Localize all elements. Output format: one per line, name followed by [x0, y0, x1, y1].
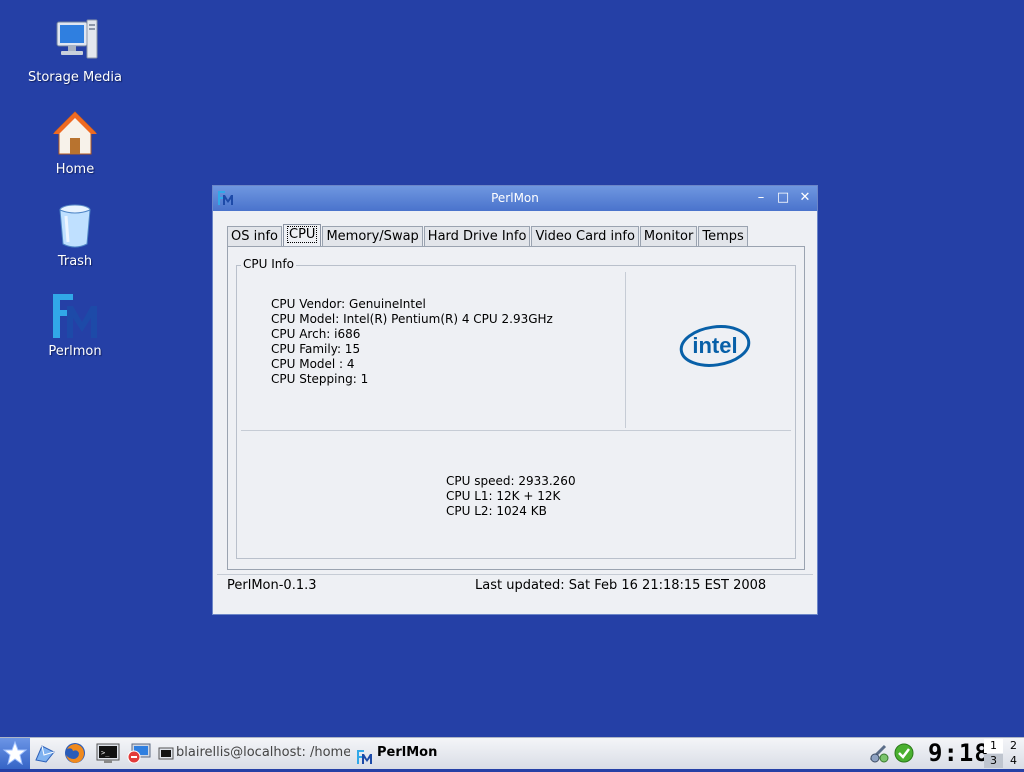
tab-label: CPU: [287, 226, 318, 243]
task-perlmon[interactable]: PerlMon: [377, 743, 437, 763]
terminal-icon: [158, 747, 174, 760]
svg-text:>_: >_: [101, 749, 110, 757]
star-icon: [2, 740, 28, 766]
network-tray[interactable]: [868, 742, 890, 764]
monitor-icon: [127, 743, 151, 764]
network-icon: [869, 744, 889, 763]
perlmon-logo-icon: [357, 750, 372, 764]
cpu-cache-details: CPU speed: 2933.260 CPU L1: 12K + 12K CP…: [446, 474, 576, 519]
desktop-launcher[interactable]: [34, 742, 56, 764]
minimize-button[interactable]: –: [753, 190, 769, 206]
perlmon-logo-icon: [51, 292, 99, 340]
workspace-1[interactable]: 1: [984, 739, 1003, 753]
desktop-icon-home[interactable]: Home: [20, 110, 130, 177]
maximize-button[interactable]: □: [775, 190, 791, 206]
cpu-l2-cache: CPU L2: 1024 KB: [446, 504, 547, 518]
cpu-tab-panel: CPU Info CPU Vendor: GenuineIntel CPU Mo…: [227, 246, 805, 570]
firefox-launcher[interactable]: [64, 742, 86, 764]
tab-os-info[interactable]: OS info: [227, 226, 282, 247]
terminal-launcher[interactable]: >_: [96, 742, 120, 764]
desktop-icon-perlmon[interactable]: Perlmon: [20, 292, 130, 359]
show-desktop-icon: [35, 745, 55, 763]
tab-hard-drive-info[interactable]: Hard Drive Info: [423, 226, 531, 247]
status-separator: [217, 574, 813, 575]
cpu-speed: CPU speed: 2933.260: [446, 474, 576, 488]
tab-cpu[interactable]: CPU: [283, 224, 322, 247]
cpu-arch: CPU Arch: i686: [271, 327, 361, 341]
cpu-stepping: CPU Stepping: 1: [271, 372, 369, 386]
perlmon-window: PerlMon – □ ✕ OS info CPU Memory/Swap Ha…: [212, 185, 818, 615]
close-button[interactable]: ✕: [797, 190, 813, 206]
firefox-icon: [65, 743, 85, 763]
system-monitor-launcher[interactable]: [126, 742, 152, 764]
tab-video-card-info[interactable]: Video Card info: [531, 226, 639, 247]
last-updated-label: Last updated: Sat Feb 16 21:18:15 EST 20…: [475, 578, 767, 593]
cpu-l1-cache: CPU L1: 12K + 12K: [446, 489, 561, 503]
taskbar: >_ blairellis@localhost: /home/ PerlMon: [0, 737, 1024, 769]
cpu-vendor: CPU Vendor: GenuineIntel: [271, 297, 426, 311]
terminal-icon: >_: [96, 743, 120, 763]
terminal-task-icon: [158, 742, 174, 764]
trash-icon: [51, 202, 99, 250]
tab-temps[interactable]: Temps: [698, 226, 748, 247]
desktop-icon-label: Trash: [57, 254, 93, 269]
start-menu-button[interactable]: [0, 738, 30, 769]
desktop-icon-trash[interactable]: Trash: [20, 202, 130, 269]
vertical-divider: [625, 272, 626, 428]
version-label: PerlMon-0.1.3: [227, 578, 317, 593]
update-status-tray[interactable]: [893, 742, 915, 764]
home-icon: [51, 110, 99, 158]
intel-logo: intel: [679, 325, 751, 367]
workspace-3[interactable]: 3: [984, 754, 1003, 768]
workspace-pager: 1 2 3 4: [984, 739, 1024, 768]
desktop-icon-storage-media[interactable]: Storage Media: [20, 18, 130, 85]
cpu-info-group: CPU Info CPU Vendor: GenuineIntel CPU Mo…: [236, 257, 796, 559]
horizontal-divider: [241, 430, 791, 431]
tab-memory-swap[interactable]: Memory/Swap: [322, 226, 423, 247]
desktop-icon-label: Perlmon: [48, 344, 102, 359]
intel-logo-text: intel: [692, 333, 737, 358]
workspace-2[interactable]: 2: [1004, 739, 1023, 753]
window-titlebar[interactable]: PerlMon – □ ✕: [213, 186, 817, 211]
window-title: PerlMon: [491, 191, 539, 205]
checkmark-icon: [894, 743, 914, 763]
group-title: CPU Info: [241, 257, 296, 271]
cpu-model-name: CPU Model: Intel(R) Pentium(R) 4 CPU 2.9…: [271, 312, 553, 326]
task-terminal[interactable]: blairellis@localhost: /home/: [176, 743, 350, 763]
computer-icon: [51, 18, 99, 66]
cpu-family: CPU Family: 15: [271, 342, 361, 356]
clock[interactable]: 9:18: [928, 740, 990, 766]
tab-monitor[interactable]: Monitor: [639, 226, 698, 247]
cpu-details: CPU Vendor: GenuineIntel CPU Model: Inte…: [271, 297, 553, 387]
tab-bar: OS info CPU Memory/Swap Hard Drive Info …: [227, 224, 749, 247]
cpu-model-number: CPU Model : 4: [271, 357, 355, 371]
workspace-4[interactable]: 4: [1004, 754, 1023, 768]
desktop-icon-label: Home: [55, 162, 95, 177]
desktop-icon-label: Storage Media: [27, 70, 123, 85]
